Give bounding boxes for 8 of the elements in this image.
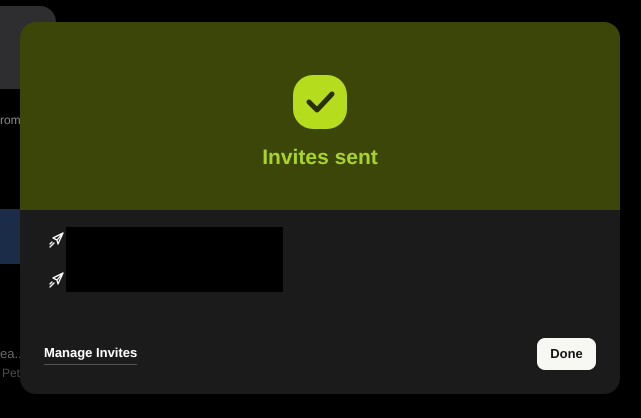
truncated-text: rom: [0, 112, 19, 129]
truncated-text: Pet: [2, 364, 22, 382]
done-button[interactable]: Done: [537, 338, 596, 370]
manage-invites-link[interactable]: Manage Invites: [44, 342, 138, 366]
paper-plane-icon: [48, 232, 64, 248]
check-icon: [293, 75, 347, 129]
paper-plane-icon: [48, 272, 64, 288]
dialog-title: Invites sent: [262, 145, 378, 171]
